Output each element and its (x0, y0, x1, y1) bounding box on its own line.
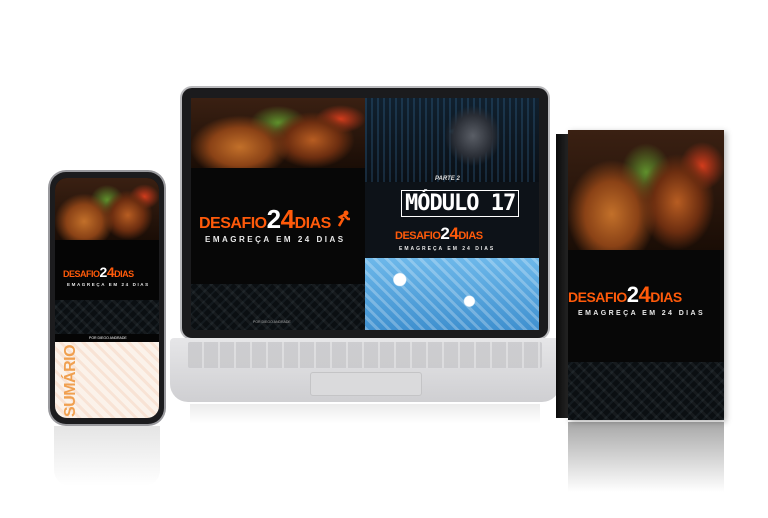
summary-word: SUMÁRIO (62, 344, 80, 418)
phone-summary-page: SUMÁRIO (55, 342, 159, 418)
robot-image (365, 98, 539, 182)
module-page-right: PARTE 2 MÓDULO 17 DESAFIO24DIAS EMAGREÇA… (365, 98, 539, 330)
laptop-screen: DESAFIO24DIAS EMAGREÇA EM 24 DIAS POR DI… (191, 98, 539, 330)
tagline-laptop: EMAGREÇA EM 24 DIAS (205, 235, 346, 244)
logo-text-prefix: DESAFIO (199, 215, 267, 232)
laptop-footer-credit: POR DIEGO ANDRADE (253, 320, 291, 324)
phone-credit: POR DIEGO ANDRADE (89, 336, 127, 340)
phone-screen: DESAFIO24DIAS EMAGREÇA EM 24 DIAS POR DI… (55, 178, 159, 418)
tagline-box: EMAGREÇA EM 24 DIAS (578, 310, 706, 317)
laptop: DESAFIO24DIAS EMAGREÇA EM 24 DIAS POR DI… (170, 88, 560, 424)
box-reflection (568, 422, 724, 492)
module-title: MÓDULO 17 (401, 190, 520, 217)
phone: DESAFIO24DIAS EMAGREÇA EM 24 DIAS POR DI… (50, 172, 164, 424)
runner-icon (335, 210, 351, 233)
keyboard (188, 342, 542, 368)
box-front: DESAFIO24DIAS EMAGREÇA EM 24 DIAS (568, 130, 724, 420)
module-part-label: PARTE 2 (435, 176, 460, 182)
box-food-image (568, 130, 724, 250)
logo-text-suffix: DIAS (294, 215, 332, 232)
tagline-module: EMAGREÇA EM 24 DIAS (399, 246, 496, 252)
phone-pattern (55, 300, 159, 334)
food-image (191, 98, 365, 168)
logo-module: DESAFIO24DIAS (395, 224, 483, 243)
logo-number-b: 4 (280, 204, 295, 234)
laptop-base (170, 338, 560, 402)
logo-box: DESAFIO24DIAS (568, 282, 682, 307)
product-box: DESAFIO24DIAS EMAGREÇA EM 24 DIAS (556, 130, 724, 420)
box-pattern (568, 362, 724, 420)
blue-pattern (365, 258, 539, 330)
laptop-screen-bezel: DESAFIO24DIAS EMAGREÇA EM 24 DIAS POR DI… (182, 88, 548, 338)
cover-page-left: DESAFIO24DIAS EMAGREÇA EM 24 DIAS POR DI… (191, 98, 365, 330)
logo-phone: DESAFIO24DIAS (63, 264, 134, 280)
trackpad (310, 372, 422, 396)
laptop-reflection (190, 404, 540, 424)
phone-reflection (54, 426, 160, 486)
logo-laptop: DESAFIO24DIAS (199, 204, 365, 235)
logo-number-a: 2 (266, 204, 281, 234)
phone-food-image (55, 178, 159, 240)
tagline-phone: EMAGREÇA EM 24 DIAS (67, 282, 150, 287)
